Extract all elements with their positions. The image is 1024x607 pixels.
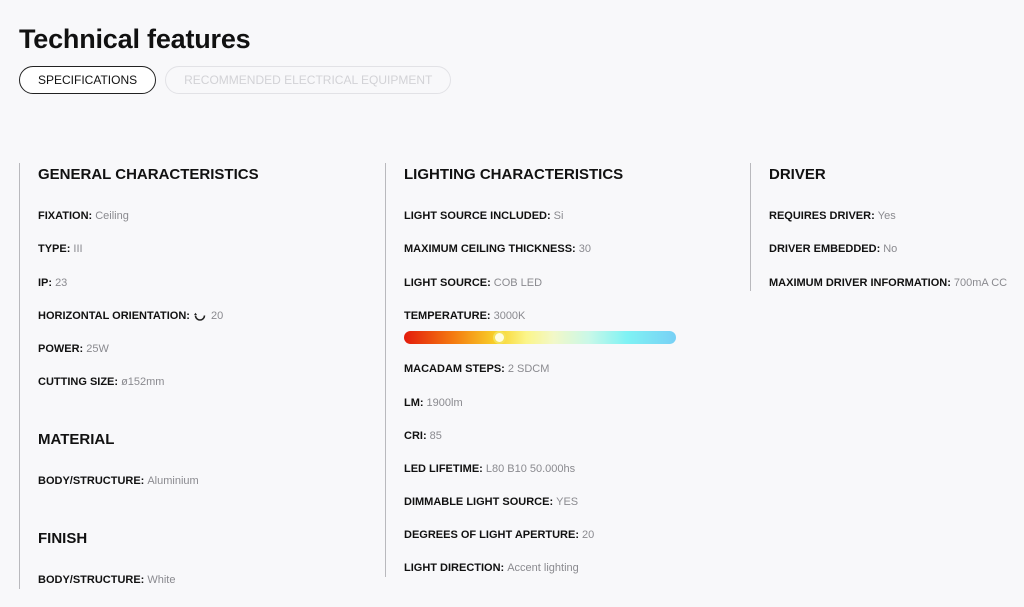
spec-row-max-ceiling-thickness: MAXIMUM CEILING THICKNESS: 30 — [404, 242, 591, 256]
spec-value: Si — [553, 210, 564, 222]
spec-row-dimmable: DIMMABLE LIGHT SOURCE: YES — [404, 495, 578, 509]
spec-row-fixation: FIXATION: Ceiling — [38, 209, 129, 223]
driver-column: DRIVER REQUIRES DRIVER: Yes DRIVER EMBED… — [750, 163, 1020, 291]
spec-key: MAXIMUM DRIVER INFORMATION: — [769, 277, 951, 289]
spec-value: 20 — [582, 529, 595, 541]
spec-key: DEGREES OF LIGHT APERTURE: — [404, 529, 579, 541]
spec-value: Accent lighting — [507, 562, 579, 574]
spec-value: 3000K — [493, 310, 526, 322]
spec-value: III — [73, 243, 83, 255]
spec-row-finish-body: BODY/STRUCTURE: White — [38, 573, 175, 587]
lighting-characteristics-column: LIGHTING CHARACTERISTICS LIGHT SOURCE IN… — [385, 163, 725, 577]
general-characteristics-column: GENERAL CHARACTERISTICS FIXATION: Ceilin… — [19, 163, 359, 589]
spec-value: No — [883, 243, 898, 255]
spec-key: DIMMABLE LIGHT SOURCE: — [404, 496, 554, 508]
spec-key: MACADAM STEPS: — [404, 363, 505, 375]
spec-value: 30 — [578, 243, 591, 255]
spec-value: 85 — [429, 430, 442, 442]
spec-value: 1900lm — [426, 397, 463, 409]
spec-row-type: TYPE: III — [38, 242, 83, 256]
section-title-driver: DRIVER — [769, 166, 826, 183]
section-title-finish: FINISH — [38, 530, 88, 547]
color-temperature-marker — [493, 331, 506, 344]
spec-row-cri: CRI: 85 — [404, 429, 442, 443]
spec-value: 23 — [55, 277, 68, 289]
spec-key: FIXATION: — [38, 210, 93, 222]
spec-key: CRI: — [404, 430, 427, 442]
spec-key: LIGHT DIRECTION: — [404, 562, 505, 574]
spec-row-temperature: TEMPERATURE: 3000K — [404, 309, 525, 323]
spec-row-horizontal-orientation: HORIZONTAL ORIENTATION: 20 — [38, 309, 223, 323]
rotate-icon — [193, 312, 206, 321]
spec-row-macadam-steps: MACADAM STEPS: 2 SDCM — [404, 362, 549, 376]
spec-key: BODY/STRUCTURE: — [38, 475, 145, 487]
spec-value: Ceiling — [95, 210, 129, 222]
spec-value: Aluminium — [147, 475, 199, 487]
spec-row-cutting-size: CUTTING SIZE: ø152mm — [38, 375, 164, 389]
spec-key: TEMPERATURE: — [404, 310, 491, 322]
spec-row-requires-driver: REQUIRES DRIVER: Yes — [769, 209, 896, 223]
spec-row-lm: LM: 1900lm — [404, 396, 463, 410]
spec-value: 2 SDCM — [507, 363, 550, 375]
tab-specifications[interactable]: SPECIFICATIONS — [19, 66, 157, 94]
spec-key: LED LIFETIME: — [404, 463, 483, 475]
spec-row-light-direction: LIGHT DIRECTION: Accent lighting — [404, 561, 579, 575]
spec-key: CUTTING SIZE: — [38, 376, 119, 388]
spec-key: MAXIMUM CEILING THICKNESS: — [404, 243, 576, 255]
spec-row-driver-embedded: DRIVER EMBEDDED: No — [769, 242, 897, 256]
spec-key: IP: — [38, 277, 53, 289]
spec-value: Yes — [877, 210, 896, 222]
spec-row-light-source: LIGHT SOURCE: COB LED — [404, 276, 542, 290]
spec-key: LM: — [404, 397, 424, 409]
feature-tabs: SPECIFICATIONS RECOMMENDED ELECTRICAL EQ… — [19, 66, 452, 94]
spec-value: L80 B10 50.000hs — [485, 463, 576, 475]
section-title-general: GENERAL CHARACTERISTICS — [38, 166, 259, 183]
section-title-lighting: LIGHTING CHARACTERISTICS — [404, 166, 624, 183]
spec-key: REQUIRES DRIVER: — [769, 210, 875, 222]
spec-value: 700mA CC — [953, 277, 1008, 289]
page-title: Technical features — [19, 24, 251, 54]
spec-row-max-driver-info: MAXIMUM DRIVER INFORMATION: 700mA CC — [769, 276, 1007, 290]
spec-row-light-source-included: LIGHT SOURCE INCLUDED: Si — [404, 209, 563, 223]
spec-key: TYPE: — [38, 243, 71, 255]
spec-row-power: POWER: 25W — [38, 342, 109, 356]
spec-value: White — [147, 574, 176, 586]
spec-key: HORIZONTAL ORIENTATION: — [38, 310, 190, 322]
section-title-material: MATERIAL — [38, 431, 115, 448]
spec-key: LIGHT SOURCE INCLUDED: — [404, 210, 551, 222]
spec-row-material-body: BODY/STRUCTURE: Aluminium — [38, 474, 199, 488]
spec-value: 25W — [86, 343, 109, 355]
spec-row-led-lifetime: LED LIFETIME: L80 B10 50.000hs — [404, 462, 575, 476]
color-temperature-bar — [404, 331, 676, 344]
spec-key: DRIVER EMBEDDED: — [769, 243, 881, 255]
spec-row-ip: IP: 23 — [38, 276, 67, 290]
spec-row-light-aperture: DEGREES OF LIGHT APERTURE: 20 — [404, 528, 594, 542]
spec-value: ø152mm — [121, 376, 165, 388]
spec-key: BODY/STRUCTURE: — [38, 574, 145, 586]
spec-value: YES — [556, 496, 579, 508]
spec-key: POWER: — [38, 343, 84, 355]
spec-value: 20 — [210, 310, 224, 322]
tab-recommended-electrical-equipment[interactable]: RECOMMENDED ELECTRICAL EQUIPMENT — [165, 66, 452, 94]
spec-value: COB LED — [493, 277, 543, 289]
spec-key: LIGHT SOURCE: — [404, 277, 491, 289]
